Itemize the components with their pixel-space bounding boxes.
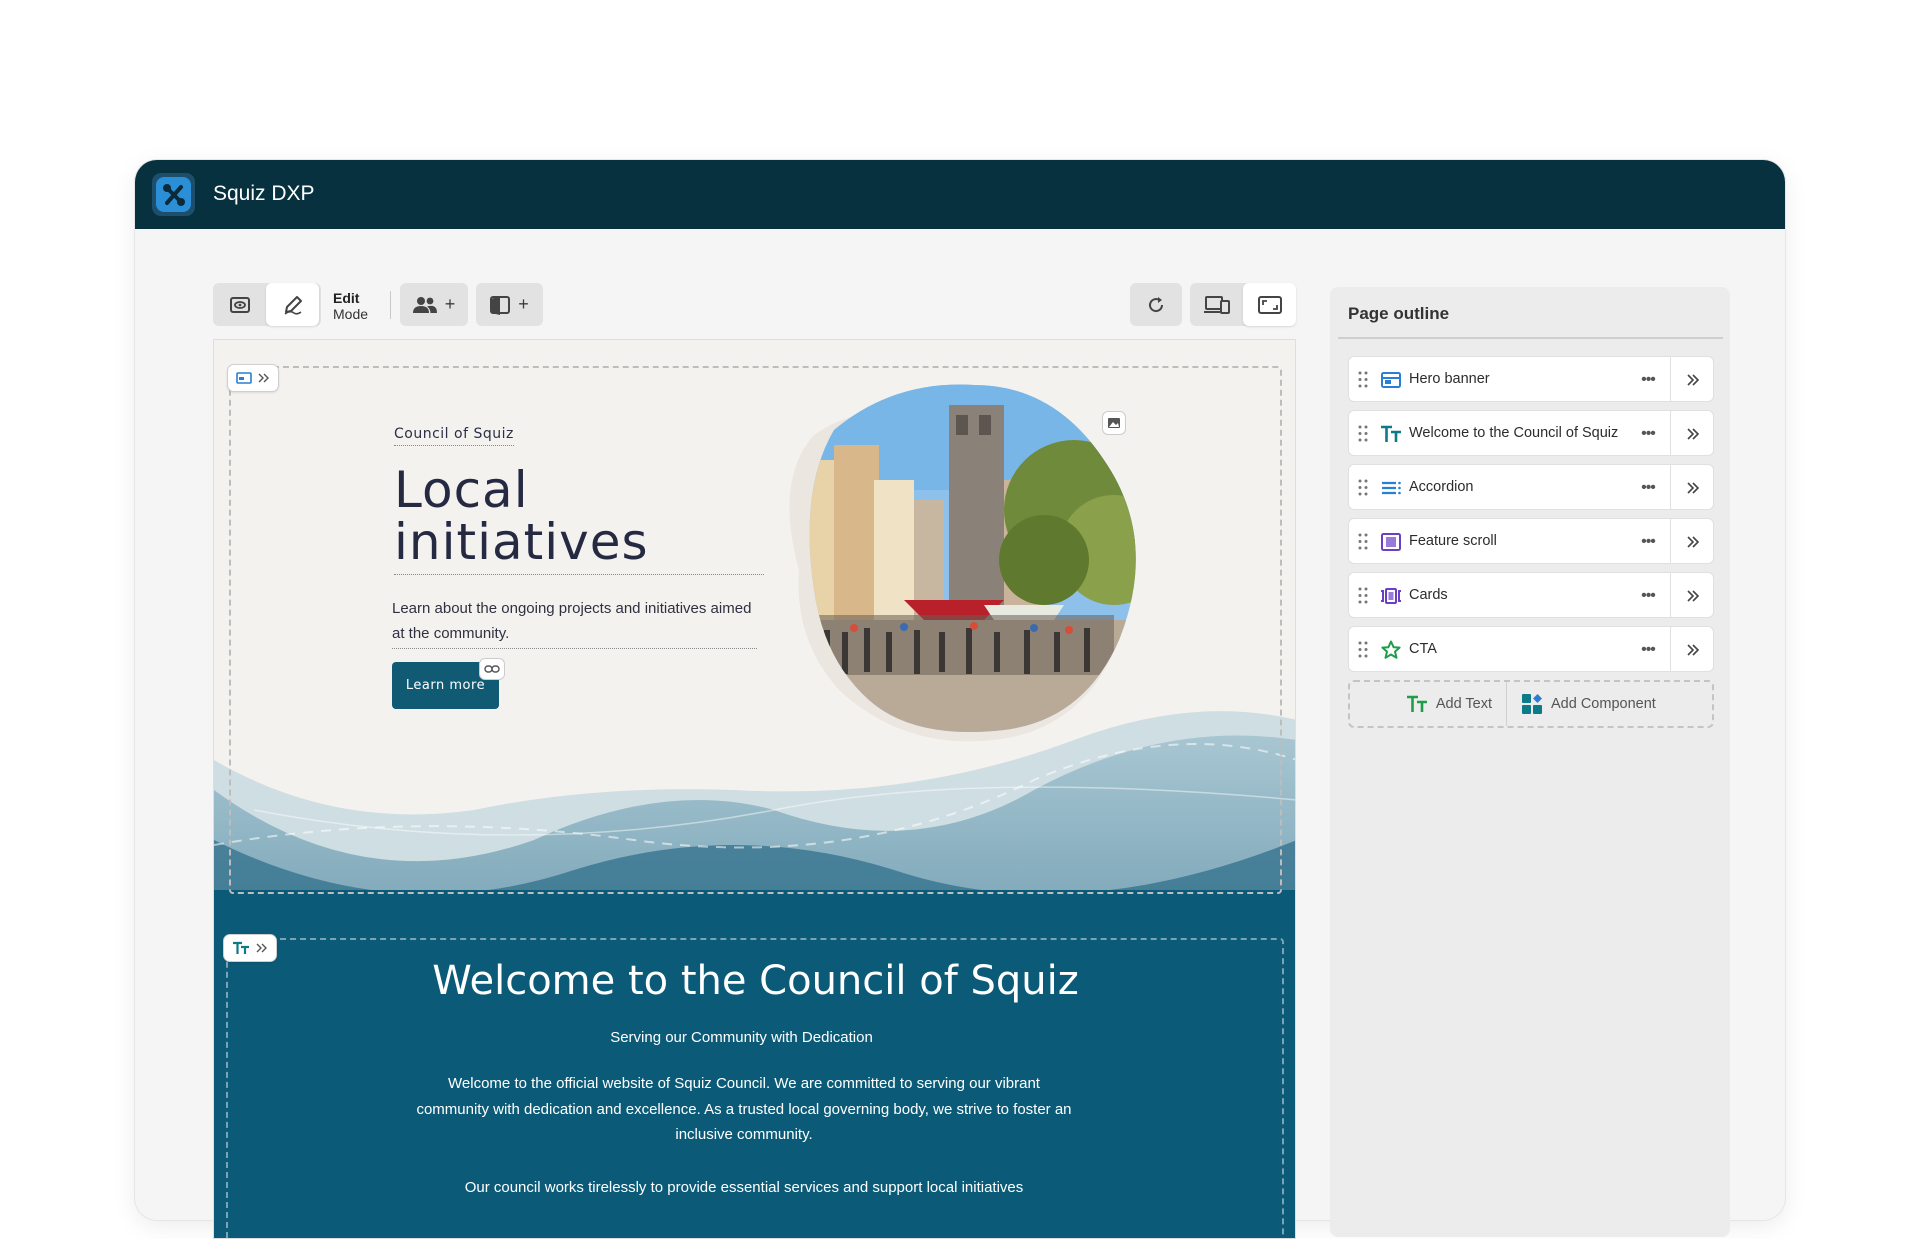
- add-text-label: Add Text: [1435, 696, 1492, 712]
- hero-component-tag[interactable]: [227, 364, 279, 392]
- refresh-inner: [1130, 283, 1182, 326]
- drag-handle-icon[interactable]: [1358, 479, 1368, 496]
- hero-banner-icon: [1380, 369, 1402, 391]
- drag-handle-icon[interactable]: [1358, 425, 1368, 442]
- item-separator: [1670, 465, 1671, 509]
- refresh-button[interactable]: [1130, 283, 1182, 326]
- more-options-icon[interactable]: •••: [1634, 474, 1662, 502]
- more-options-icon[interactable]: •••: [1634, 420, 1662, 448]
- more-options-icon[interactable]: •••: [1634, 528, 1662, 556]
- more-options-icon[interactable]: •••: [1634, 582, 1662, 610]
- chevrons-right-icon[interactable]: [1679, 582, 1707, 610]
- refresh-icon: [1149, 296, 1164, 312]
- accordion-icon: [1380, 477, 1402, 499]
- outline-item-cta[interactable]: CTA •••: [1348, 626, 1714, 672]
- outline-divider: [1338, 337, 1723, 339]
- users-icon: [412, 296, 437, 313]
- chevrons-right-icon: [256, 943, 267, 953]
- star-icon: [1380, 639, 1402, 661]
- outline-item-label: Cards: [1409, 587, 1448, 603]
- cards-icon: [1380, 585, 1402, 607]
- chevrons-right-icon[interactable]: [1679, 528, 1707, 556]
- item-separator: [1670, 357, 1671, 401]
- feature-scroll-icon: [1380, 531, 1402, 553]
- link-icon[interactable]: [479, 658, 505, 680]
- responsive-view-button[interactable]: [1190, 283, 1243, 326]
- chevrons-right-icon: [258, 373, 269, 383]
- drag-handle-icon[interactable]: [1358, 587, 1368, 604]
- page-canvas: Council of Squiz Local initiatives Learn…: [213, 339, 1296, 1239]
- outline-item-accordion[interactable]: Accordion •••: [1348, 464, 1714, 510]
- text-icon: [233, 941, 249, 954]
- fullwidth-view-button[interactable]: [1243, 283, 1296, 326]
- chevrons-right-icon[interactable]: [1679, 420, 1707, 448]
- add-collaborator-button[interactable]: +: [400, 283, 468, 326]
- welcome-paragraph-2[interactable]: Our council works tirelessly to provide …: [414, 1175, 1074, 1201]
- outline-item-label: Accordion: [1409, 479, 1474, 495]
- squiz-logo-icon[interactable]: [152, 173, 195, 216]
- devices-icon: [1203, 295, 1230, 314]
- hero-description[interactable]: Learn about the ongoing projects and ini…: [392, 596, 757, 649]
- preview-mode-button[interactable]: [213, 283, 266, 326]
- outline-item-hero-banner[interactable]: Hero banner •••: [1348, 356, 1714, 402]
- outline-item-label: Feature scroll: [1409, 533, 1497, 549]
- outline-item-feature-scroll[interactable]: Feature scroll •••: [1348, 518, 1714, 564]
- outline-item-cards[interactable]: Cards •••: [1348, 572, 1714, 618]
- item-separator: [1670, 573, 1671, 617]
- chevrons-right-icon[interactable]: [1679, 474, 1707, 502]
- add-content-area: Add Text Add Component: [1348, 680, 1714, 728]
- more-options-icon[interactable]: •••: [1634, 636, 1662, 664]
- welcome-subtitle[interactable]: Serving our Community with Dedication: [214, 1029, 1269, 1046]
- outline-item-label: Welcome to the Council of Squiz: [1409, 425, 1619, 441]
- outline-item-label: Hero banner: [1409, 371, 1490, 387]
- outline-title: Page outline: [1348, 304, 1450, 323]
- welcome-title[interactable]: Welcome to the Council of Squiz: [214, 958, 1295, 1004]
- add-component-button[interactable]: Add Component: [1507, 682, 1656, 726]
- text-icon: [1406, 695, 1427, 712]
- edit-mode-button[interactable]: [266, 283, 319, 326]
- more-options-icon[interactable]: •••: [1634, 366, 1662, 394]
- drag-handle-icon[interactable]: [1358, 371, 1368, 388]
- text-icon: [1380, 423, 1402, 445]
- welcome-paragraph-1[interactable]: Welcome to the official website of Squiz…: [414, 1071, 1074, 1148]
- expand-frame-icon: [1257, 295, 1282, 314]
- add-collaborator-inner: +: [400, 283, 468, 326]
- item-separator: [1670, 411, 1671, 455]
- item-separator: [1670, 519, 1671, 563]
- hero-title[interactable]: Local initiatives: [394, 464, 764, 575]
- add-text-button[interactable]: Add Text: [1350, 682, 1506, 726]
- split-page-icon: [490, 295, 511, 315]
- add-variant-inner: +: [476, 283, 543, 326]
- mode-label: Edit Mode: [333, 290, 368, 322]
- chevrons-right-icon[interactable]: [1679, 636, 1707, 664]
- components-icon: [1522, 694, 1542, 714]
- outline-item-label: CTA: [1409, 641, 1437, 657]
- hero-banner-icon: [236, 372, 252, 384]
- add-component-label: Add Component: [1551, 696, 1656, 712]
- page-outline-panel: Page outline Hero banner ••• Welcome to …: [1330, 287, 1730, 1237]
- image-edit-icon[interactable]: [1102, 411, 1126, 435]
- drag-handle-icon[interactable]: [1358, 533, 1368, 550]
- eye-icon: [229, 296, 250, 313]
- plus-icon: +: [518, 294, 529, 314]
- drag-handle-icon[interactable]: [1358, 641, 1368, 658]
- item-separator: [1670, 627, 1671, 671]
- view-mode-toggle: [213, 283, 321, 326]
- hero-eyebrow[interactable]: Council of Squiz: [394, 426, 514, 446]
- pen-edit-icon: [284, 295, 302, 315]
- toolbar-divider: [390, 291, 391, 319]
- outline-item-welcome-text[interactable]: Welcome to the Council of Squiz •••: [1348, 410, 1714, 456]
- mode-subtitle: Mode: [333, 306, 369, 322]
- title-bar: Squiz DXP: [135, 160, 1785, 229]
- add-variant-button[interactable]: +: [476, 283, 543, 326]
- viewport-toggle: [1190, 283, 1296, 326]
- app-title: Squiz DXP: [213, 182, 315, 205]
- chevrons-right-icon[interactable]: [1679, 366, 1707, 394]
- plus-icon: +: [444, 294, 456, 314]
- mode-title: Edit: [333, 290, 360, 306]
